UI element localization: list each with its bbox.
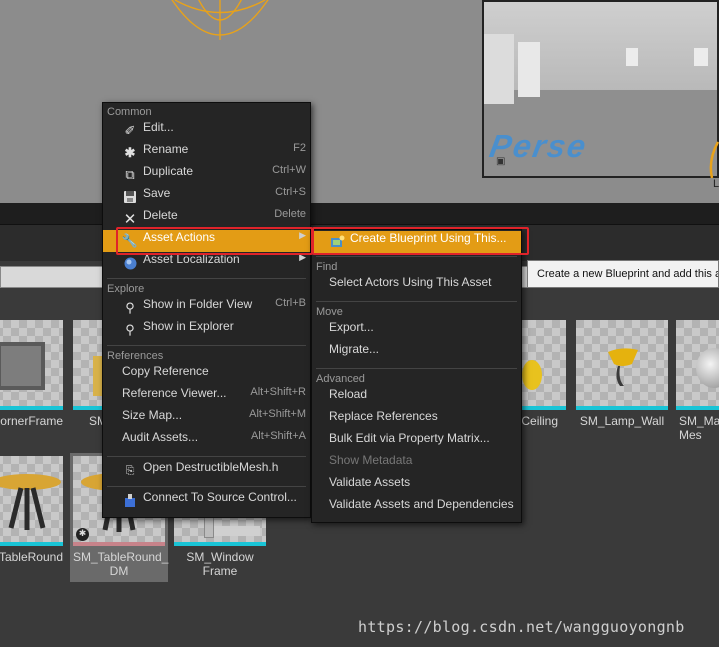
delete-icon: ✕ [123,211,137,228]
rename-icon: ✱ [124,145,136,160]
menu-separator [316,256,517,257]
menu-item-reference-viewer[interactable]: Reference Viewer... Alt+Shift+R [103,386,310,408]
asset-thumbnail [676,320,719,410]
menu-item-open-source-file[interactable]: ⎘ Open DestructibleMesh.h [103,460,310,482]
section-header-move: Move [316,306,343,318]
menu-item-copy-reference[interactable]: Copy Reference [103,364,310,386]
magnifier-icon: ⚲ [125,322,135,337]
asset-tile[interactable]: SM_Ma Mes [676,320,719,442]
asset-actions-submenu: Create Blueprint Using This... Find Sele… [311,229,522,523]
menu-item-save[interactable]: Save Ctrl+S [103,186,310,208]
section-header-references: References [107,350,164,362]
section-header-common: Common [107,106,152,118]
asset-label: SM_Lamp_Wall [579,414,665,428]
destructible-badge-icon: ✱ [76,528,89,541]
asset-label: CornerFrame [0,414,63,428]
asset-thumbnail [576,320,668,410]
menu-item-validate-dependencies[interactable]: Validate Assets and Dependencies [312,497,521,519]
menu-separator [107,486,306,487]
menu-item-show-metadata: Show Metadata [329,453,413,467]
menu-item-edit[interactable]: ✐ Edit... [103,120,310,142]
menu-item-export[interactable]: Export... [312,320,521,342]
source-control-icon [122,493,138,509]
menu-item-reload[interactable]: Reload [312,387,521,409]
asset-label: SM_Ma Mes [679,414,719,442]
asset-tile[interactable]: p_Ceiling [508,320,566,428]
magnifier-icon: ⚲ [125,300,135,315]
preview-block [626,48,638,66]
annotation-highlight-create-blueprint [312,227,529,255]
menu-item-duplicate[interactable]: ⧉ Duplicate Ctrl+W [103,164,310,186]
asset-thumbnail [520,320,566,410]
camera-icon: ▣ [496,156,506,167]
asset-tile[interactable]: TableRound [0,456,63,564]
menu-separator [316,301,517,302]
pencil-icon: ✐ [124,123,136,138]
asset-tile[interactable]: SM_Lamp_Wall [576,320,668,428]
menu-item-show-in-explorer[interactable]: ⚲ Show in Explorer [103,319,310,341]
menu-separator [316,368,517,369]
asset-label: SM_TableRound_ DM [73,550,169,578]
duplicate-icon: ⧉ [125,167,135,182]
save-icon [122,189,138,205]
asset-context-menu: Common ✐ Edit... ✱ Rename F2 ⧉ Duplicate… [102,102,311,518]
lamp-wall-shape [608,348,638,386]
annotation-highlight-asset-actions [116,227,313,255]
menu-separator [107,456,306,457]
menu-separator [107,345,306,346]
globe-icon [122,255,138,271]
menu-item-bulk-edit[interactable]: Bulk Edit via Property Matrix... [312,431,521,453]
menu-item-asset-localization[interactable]: Asset Localization ▶ [103,252,310,274]
menu-item-audit-assets[interactable]: Audit Assets... Alt+Shift+A [103,430,310,452]
menu-item-validate-assets[interactable]: Validate Assets [312,475,521,497]
menu-item-select-actors[interactable]: Select Actors Using This Asset [312,275,521,297]
menu-item-size-map[interactable]: Size Map... Alt+Shift+M [103,408,310,430]
menu-item-replace-references[interactable]: Replace References [312,409,521,431]
section-header-find: Find [316,261,338,273]
section-header-explore: Explore [107,283,145,295]
code-file-icon: ⎘ [125,464,135,477]
tooltip: Create a new Blueprint and add this a [527,260,719,288]
section-header-advanced: Advanced [316,373,365,385]
menu-item-connect-source-control[interactable]: Connect To Source Control... [103,490,310,512]
asset-thumbnail [0,320,63,410]
asset-label: TableRound [0,550,63,564]
menu-item-migrate[interactable]: Migrate... [312,342,521,364]
menu-item-rename[interactable]: ✱ Rename F2 [103,142,310,164]
camera-preview-window: Perse ▣ [482,0,719,178]
asset-thumbnail [0,456,63,546]
asset-tile[interactable]: CornerFrame [0,320,63,428]
asset-label: SM_Window Frame [186,550,254,578]
watermark: https://blog.csdn.net/wangguoyongnb [358,618,685,636]
menu-item-show-in-folder-view[interactable]: ⚲ Show in Folder View Ctrl+B [103,297,310,319]
table-round-shape [0,474,61,530]
preview-block [484,34,514,104]
preview-block [694,48,708,66]
yellow-arc [709,141,719,179]
preview-block [518,42,540,97]
menu-separator [107,278,306,279]
wireframe-sphere [171,0,269,40]
